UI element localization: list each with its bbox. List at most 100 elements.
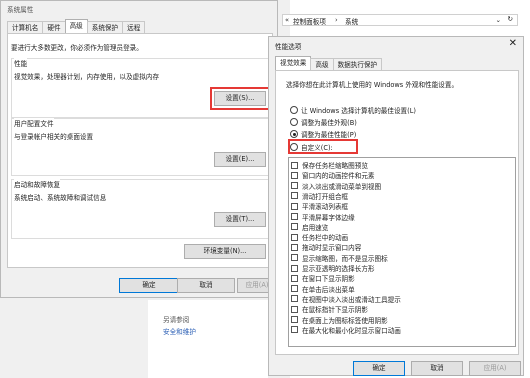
- checkbox[interactable]: [291, 213, 298, 220]
- option-label: 在单击后淡出菜单: [302, 285, 355, 294]
- tab-computer-name[interactable]: 计算机名: [7, 21, 44, 33]
- performance-label: 性能: [14, 58, 28, 68]
- option-label: 在视图中淡入淡出或滑动工具提示: [302, 295, 401, 304]
- radio-best-performance[interactable]: 调整为最佳性能(P): [290, 129, 356, 139]
- option-label: 平滑屏幕字体边缘: [302, 213, 355, 222]
- effect-option[interactable]: 淡入淡出或滑动菜单到视图: [291, 181, 381, 191]
- radio-circle: [290, 118, 298, 126]
- effect-option[interactable]: 滑动打开组合框: [291, 191, 348, 201]
- effect-option[interactable]: 任务栏中的动画: [291, 232, 348, 242]
- highlight-custom: [288, 139, 358, 154]
- radio-label: 让 Windows 选择计算机的最佳设置(L): [301, 107, 416, 115]
- perf-dialog-title: 性能选项: [275, 43, 302, 51]
- tab-visual-effects[interactable]: 视觉效果: [275, 56, 312, 70]
- effect-option[interactable]: 拖动时显示窗口内容: [291, 242, 361, 252]
- startup-recovery-desc: 系统启动、系统故障和调试信息: [14, 194, 107, 202]
- tab-system-protection[interactable]: 系统保护: [86, 21, 124, 33]
- effect-option[interactable]: 在桌面上为图标标签使用阴影: [291, 315, 388, 325]
- perf-ok-button[interactable]: 确定: [353, 361, 405, 376]
- effect-option[interactable]: 在鼠标指针下显示阴影: [291, 304, 368, 314]
- checkbox[interactable]: [291, 202, 298, 210]
- breadcrumb-system[interactable]: 系统: [345, 16, 358, 26]
- effect-option[interactable]: 保存任务栏缩略图预览: [291, 160, 368, 170]
- option-label: 启用速览: [302, 223, 329, 232]
- perf-cancel-button[interactable]: 取消: [411, 361, 463, 376]
- see-also-heading: 另请参阅: [163, 316, 190, 324]
- radio-let-windows-choose[interactable]: 让 Windows 选择计算机的最佳设置(L): [290, 105, 416, 115]
- effect-option[interactable]: 在窗口下显示阴影: [291, 273, 355, 283]
- highlight-performance-settings: [210, 87, 270, 110]
- performance-desc: 视觉效果，处理器计划，内存使用，以及虚拟内存: [14, 73, 160, 81]
- system-properties-dialog: 系统属性 计算机名 硬件 高级 系统保护 远程 要进行大多数更改，你必须作为管理…: [0, 0, 278, 298]
- user-profiles-settings-button[interactable]: 设置(E)...: [214, 152, 266, 167]
- effect-option[interactable]: 显示缩略图，而不是显示图标: [291, 253, 388, 263]
- options-list[interactable]: 保存任务栏缩略图预览 窗口内的动画控件和元素 淡入淡出或滑动菜单到视图 滑动打开组合框…: [288, 157, 516, 347]
- radio-best-appearance[interactable]: 调整为最佳外观(B): [290, 117, 357, 127]
- tab-hardware[interactable]: 硬件: [42, 21, 66, 33]
- visual-effects-panel: 选择你想在此计算机上使用的 Windows 外观和性能设置。 让 Windows…: [275, 70, 519, 355]
- effect-option[interactable]: 平滑屏幕字体边缘: [291, 212, 355, 222]
- startup-recovery-group: 启动和故障恢复 系统启动、系统故障和调试信息: [11, 179, 269, 239]
- tab-dep[interactable]: 数据执行保护: [332, 58, 383, 70]
- option-label: 拖动时显示窗口内容: [302, 244, 362, 253]
- checkbox[interactable]: [291, 254, 298, 262]
- cancel-button[interactable]: 取消: [177, 278, 235, 293]
- breadcrumb-arrow: ›: [335, 16, 338, 24]
- tab-advanced-perf[interactable]: 高级: [310, 58, 334, 70]
- option-label: 保存任务栏缩略图预览: [302, 162, 368, 170]
- checkbox[interactable]: [291, 171, 298, 179]
- user-profiles-label: 用户配置文件: [14, 118, 54, 128]
- checkbox[interactable]: [291, 285, 298, 293]
- effect-option[interactable]: 在最大化和最小化时显示窗口动画: [291, 325, 401, 335]
- effect-option[interactable]: 显示亚透明的选择长方形: [291, 263, 375, 273]
- option-label: 平滑滚动列表框: [302, 203, 349, 212]
- option-label: 在最大化和最小化时显示窗口动画: [302, 326, 401, 335]
- ok-button[interactable]: 确定: [119, 278, 179, 293]
- refresh-icon[interactable]: ↻: [507, 15, 513, 23]
- chevron-down-icon[interactable]: ⌄: [495, 16, 501, 24]
- checkbox[interactable]: [291, 233, 298, 241]
- option-label: 在窗口下显示阴影: [302, 275, 355, 284]
- breadcrumb-sep: «: [285, 16, 290, 24]
- instruction-text: 选择你想在此计算机上使用的 Windows 外观和性能设置。: [286, 81, 459, 89]
- option-label: 滑动打开组合框: [302, 192, 349, 201]
- startup-recovery-settings-button[interactable]: 设置(T)...: [214, 212, 266, 227]
- effect-option[interactable]: 在视图中淡入淡出或滑动工具提示: [291, 294, 401, 304]
- tab-remote[interactable]: 远程: [122, 21, 146, 33]
- radio-circle-selected: [290, 130, 298, 138]
- perf-apply-button[interactable]: 应用(A): [469, 361, 521, 376]
- breadcrumb-control-panel-items[interactable]: 控制面板项: [293, 16, 326, 26]
- radio-label: 调整为最佳性能(P): [301, 131, 357, 139]
- checkbox[interactable]: [291, 243, 298, 251]
- environment-variables-button[interactable]: 环境变量(N)...: [184, 244, 266, 259]
- checkbox[interactable]: [291, 264, 298, 272]
- checkbox[interactable]: [291, 295, 298, 303]
- effect-option[interactable]: 窗口内的动画控件和元素: [291, 170, 375, 180]
- radio-label: 调整为最佳外观(B): [301, 119, 357, 127]
- effect-option[interactable]: 平滑滚动列表框: [291, 201, 348, 211]
- checkbox[interactable]: [291, 316, 298, 323]
- security-link[interactable]: 安全和维护: [163, 326, 196, 336]
- radio-circle: [290, 106, 298, 114]
- option-label: 在鼠标指针下显示阴影: [302, 306, 368, 315]
- effect-option[interactable]: 启用速览: [291, 222, 328, 232]
- checkbox[interactable]: [291, 305, 298, 313]
- effect-option[interactable]: 在单击后淡出菜单: [291, 284, 355, 294]
- option-label: 任务栏中的动画: [302, 234, 349, 243]
- option-label: 淡入淡出或滑动菜单到视图: [302, 182, 382, 191]
- checkbox[interactable]: [291, 182, 298, 190]
- dialog-title: 系统属性: [7, 6, 34, 14]
- option-label: 窗口内的动画控件和元素: [302, 172, 375, 181]
- explorer-sidebar: [148, 300, 268, 378]
- option-label: 在桌面上为图标标签使用阴影: [302, 316, 388, 325]
- checkbox[interactable]: [291, 223, 298, 231]
- checkbox[interactable]: [291, 274, 298, 282]
- option-label: 显示缩略图，而不是显示图标: [302, 254, 388, 263]
- advanced-tab-panel: 要进行大多数更改，你必须作为管理员登录。 性能 视觉效果，处理器计划，内存使用，…: [7, 33, 273, 268]
- explorer-address-bar[interactable]: « 控制面板项 › 系统 ⌄ ↻: [282, 14, 518, 26]
- checkbox[interactable]: [291, 192, 298, 200]
- tab-advanced[interactable]: 高级: [64, 19, 88, 33]
- checkbox[interactable]: [291, 161, 298, 169]
- close-icon[interactable]: ✕: [509, 38, 517, 49]
- checkbox[interactable]: [291, 326, 298, 334]
